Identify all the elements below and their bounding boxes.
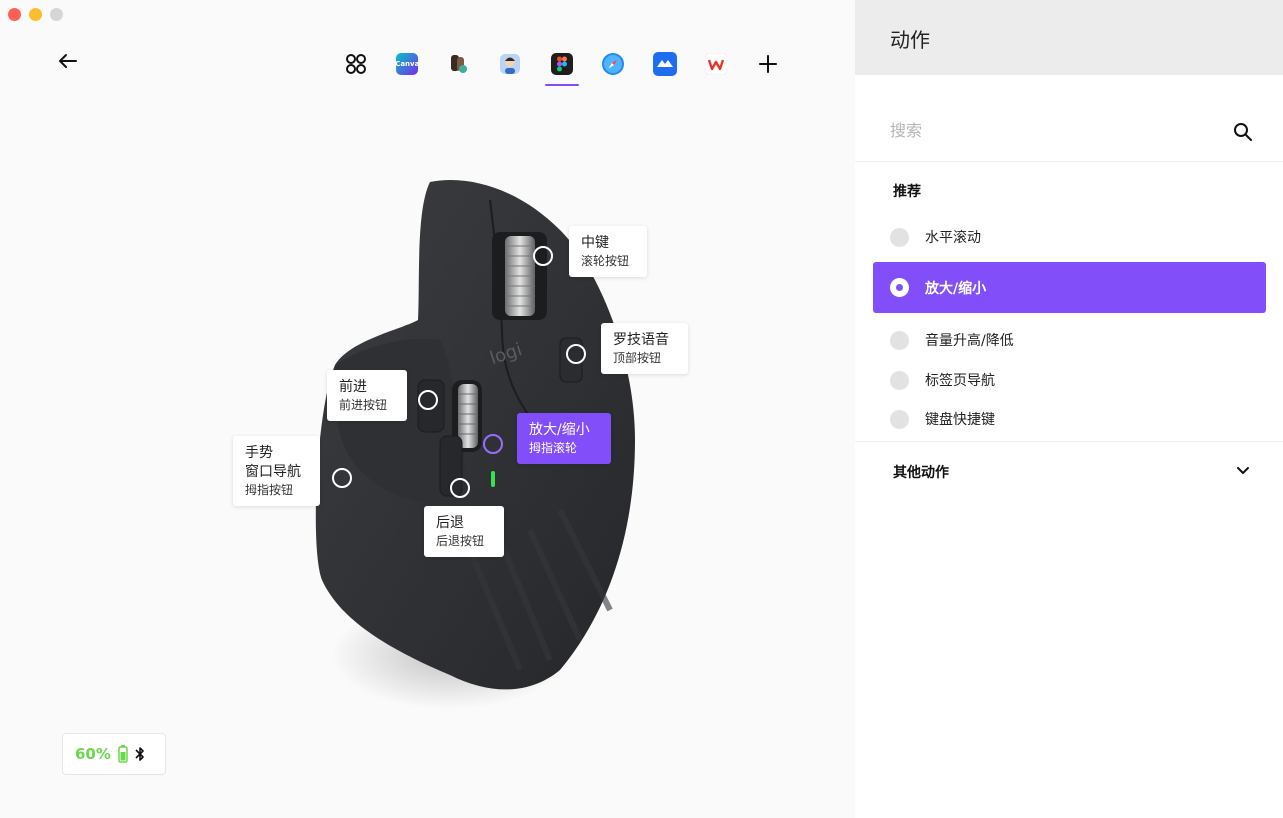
radio-button bbox=[890, 330, 909, 350]
option-keyboard-shortcut[interactable]: 键盘快捷键 bbox=[873, 400, 1266, 438]
grid-circles-icon bbox=[345, 54, 366, 74]
window-controls bbox=[8, 8, 63, 21]
wps-app-icon bbox=[705, 53, 728, 75]
callout-subtitle: 前进按钮 bbox=[339, 397, 388, 412]
option-label: 标签页导航 bbox=[925, 373, 995, 389]
hotspot-middle-button[interactable] bbox=[533, 246, 553, 266]
recommended-heading: 推荐 bbox=[893, 184, 921, 200]
profile-app-icon bbox=[450, 55, 467, 73]
callout-back-button[interactable]: 后退 后退按钮 bbox=[424, 506, 504, 558]
close-window-button[interactable] bbox=[8, 8, 21, 21]
hotspot-gesture-button[interactable] bbox=[332, 468, 352, 488]
canva-app-icon: Canva bbox=[395, 53, 419, 75]
app-window: Canva logi 中键 滚轮按钮 罗技语音 顶部按钮 前进 前进按钮 放大/… bbox=[0, 0, 1283, 818]
option-zoom[interactable]: 放大/缩小 bbox=[873, 262, 1266, 313]
app-canva[interactable]: Canva bbox=[382, 44, 434, 84]
callout-forward-button[interactable]: 前进 前进按钮 bbox=[327, 370, 407, 422]
option-label: 键盘快捷键 bbox=[925, 412, 995, 428]
option-tab-navigation[interactable]: 标签页导航 bbox=[873, 361, 1266, 399]
back-button[interactable] bbox=[55, 48, 81, 74]
hotspot-voice-button[interactable] bbox=[566, 344, 586, 364]
hotspot-forward-button[interactable] bbox=[418, 390, 438, 410]
callout-thumb-wheel[interactable]: 放大/缩小 拇指滚轮 bbox=[517, 413, 611, 465]
meeting-app-icon bbox=[652, 52, 677, 76]
app-switcher: Canva bbox=[330, 44, 794, 84]
app-wps[interactable] bbox=[691, 44, 743, 84]
panel-header: 动作 bbox=[855, 0, 1283, 75]
option-label: 音量升高/降低 bbox=[925, 333, 1014, 349]
chevron-down-icon bbox=[1237, 467, 1249, 474]
callout-subtitle: 顶部按钮 bbox=[613, 350, 662, 365]
callout-middle-button[interactable]: 中键 滚轮按钮 bbox=[569, 226, 647, 278]
app-tencent-meeting[interactable] bbox=[639, 44, 691, 84]
hotspot-back-button[interactable] bbox=[450, 478, 470, 498]
panel-title: 动作 bbox=[890, 28, 930, 52]
option-label: 放大/缩小 bbox=[925, 280, 987, 297]
callout-title: 前进 bbox=[339, 379, 367, 395]
radio-button bbox=[890, 409, 909, 429]
option-label: 水平滚动 bbox=[925, 230, 981, 246]
actions-panel: 动作 推荐 水平滚动 放大/缩小 音量升高/降低 标签页导航 bbox=[855, 0, 1283, 818]
app-safari[interactable] bbox=[588, 44, 640, 84]
section-divider bbox=[855, 441, 1283, 442]
callout-subtitle: 拇指滚轮 bbox=[529, 440, 578, 455]
radio-button-selected bbox=[890, 278, 909, 297]
radio-button bbox=[890, 227, 909, 247]
arrow-left-icon bbox=[59, 54, 77, 68]
battery-percent: 60% bbox=[75, 745, 111, 763]
callout-title: 中键 bbox=[581, 235, 609, 251]
bluetooth-icon bbox=[135, 747, 144, 761]
battery-icon bbox=[118, 745, 128, 763]
callout-subtitle: 滚轮按钮 bbox=[581, 253, 630, 268]
callout-voice-button[interactable]: 罗技语音 顶部按钮 bbox=[601, 323, 688, 375]
avatar-app-icon bbox=[500, 54, 521, 74]
callout-title: 手势 窗口导航 bbox=[245, 445, 301, 480]
callout-subtitle: 后退按钮 bbox=[436, 533, 485, 548]
callout-gesture-button[interactable]: 手势 窗口导航 拇指按钮 bbox=[233, 436, 320, 506]
other-actions-toggle[interactable]: 其他动作 bbox=[855, 448, 1283, 492]
add-application-button[interactable] bbox=[742, 44, 794, 84]
maximize-window-button[interactable] bbox=[50, 8, 63, 21]
hotspot-thumb-wheel[interactable] bbox=[483, 434, 503, 454]
minimize-window-button[interactable] bbox=[29, 8, 42, 21]
app-figma[interactable] bbox=[536, 44, 588, 84]
option-volume[interactable]: 音量升高/降低 bbox=[873, 321, 1266, 359]
callout-subtitle: 拇指按钮 bbox=[245, 482, 294, 497]
app-avatar[interactable] bbox=[485, 44, 537, 84]
plus-icon bbox=[758, 55, 777, 73]
search-icon[interactable] bbox=[1233, 122, 1253, 142]
callout-title: 放大/缩小 bbox=[529, 422, 590, 438]
figma-app-icon bbox=[550, 53, 573, 75]
radio-button bbox=[890, 370, 909, 390]
search-input[interactable] bbox=[890, 117, 1220, 143]
app-all-applications[interactable] bbox=[330, 44, 382, 84]
search-bar bbox=[855, 105, 1283, 162]
app-profile[interactable] bbox=[433, 44, 485, 84]
option-horizontal-scroll[interactable]: 水平滚动 bbox=[873, 218, 1266, 256]
callout-title: 后退 bbox=[436, 515, 464, 531]
compass-app-icon bbox=[602, 53, 625, 75]
callout-title: 罗技语音 bbox=[613, 332, 669, 348]
device-status[interactable]: 60% bbox=[62, 733, 166, 775]
other-actions-label: 其他动作 bbox=[893, 465, 949, 481]
